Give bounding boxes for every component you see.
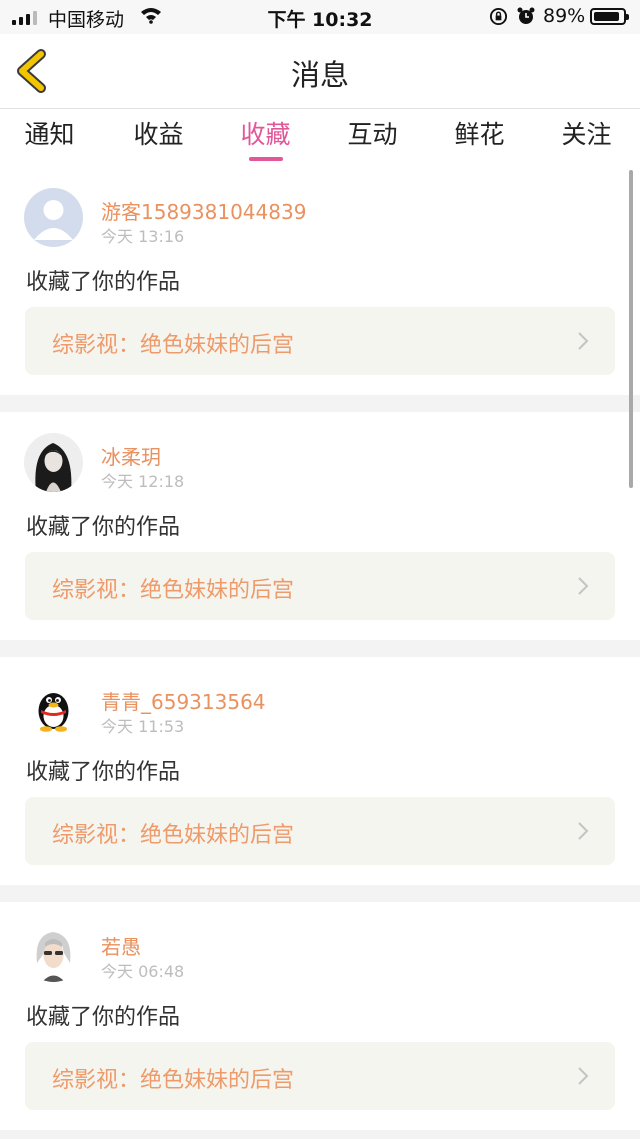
action-text: 收藏了你的作品 [26, 515, 181, 540]
tab-notifications[interactable]: 通知 [0, 115, 103, 151]
timestamp: 今天 06:48 [101, 962, 185, 981]
scrollbar[interactable] [629, 170, 633, 488]
default-avatar-icon [24, 188, 83, 247]
alarm-icon [517, 7, 535, 24]
page-title: 消息 [290, 58, 349, 92]
avatar[interactable] [24, 923, 83, 982]
chevron-right-icon [578, 1067, 589, 1085]
work-title: 综影视：绝色妹妹的后宫 [52, 578, 295, 603]
avatar[interactable] [24, 433, 83, 492]
battery-icon [590, 8, 629, 25]
tab-bar: 通知 收益 收藏 互动 鲜花 关注 [0, 109, 640, 167]
timestamp: 今天 11:53 [101, 717, 185, 736]
anime-avatar-icon [24, 923, 83, 982]
chevron-right-icon [578, 332, 589, 350]
tab-label: 关注 [561, 120, 612, 149]
tab-label: 互动 [347, 120, 398, 149]
girl-avatar-icon [24, 433, 83, 492]
work-title: 综影视：绝色妹妹的后宫 [52, 1068, 295, 1093]
work-link[interactable]: 综影视：绝色妹妹的后宫 [25, 307, 615, 375]
rotation-lock-icon [489, 7, 508, 26]
nav-bar: 消息 [0, 34, 640, 109]
timestamp: 今天 13:16 [101, 227, 185, 246]
work-title: 综影视：绝色妹妹的后宫 [52, 823, 295, 848]
message-card: 冰柔玥 今天 12:18 收藏了你的作品 综影视：绝色妹妹的后宫 [0, 412, 640, 640]
penguin-avatar-icon [24, 678, 83, 737]
username[interactable]: 青青_659313564 [101, 686, 266, 715]
tab-label: 收益 [133, 120, 184, 149]
tab-label: 收藏 [240, 120, 291, 149]
status-bar: 中国移动 下午 10:32 89% [0, 0, 640, 34]
action-text: 收藏了你的作品 [26, 270, 181, 295]
active-tab-indicator [248, 157, 283, 161]
tab-interactions[interactable]: 互动 [319, 115, 426, 151]
work-title: 综影视：绝色妹妹的后宫 [52, 333, 295, 358]
tab-label: 通知 [24, 120, 75, 149]
avatar[interactable] [24, 678, 83, 737]
message-card: 青青_659313564 今天 11:53 收藏了你的作品 综影视：绝色妹妹的后… [0, 657, 640, 885]
username[interactable]: 冰柔玥 [101, 441, 161, 470]
battery-percent: 89% [543, 5, 586, 27]
battery-level-fill [594, 12, 619, 21]
work-link[interactable]: 综影视：绝色妹妹的后宫 [25, 1042, 615, 1110]
chevron-right-icon [578, 822, 589, 840]
tab-following[interactable]: 关注 [533, 115, 640, 151]
timestamp: 今天 12:18 [101, 472, 185, 491]
message-card: 若愚 今天 06:48 收藏了你的作品 综影视：绝色妹妹的后宫 [0, 902, 640, 1130]
tab-favorites[interactable]: 收藏 [212, 115, 319, 161]
action-text: 收藏了你的作品 [26, 760, 181, 785]
work-link[interactable]: 综影视：绝色妹妹的后宫 [25, 797, 615, 865]
username[interactable]: 游客1589381044839 [101, 196, 306, 225]
message-card: 游客1589381044839 今天 13:16 收藏了你的作品 综影视：绝色妹… [0, 167, 640, 395]
chevron-right-icon [578, 577, 589, 595]
username[interactable]: 若愚 [101, 931, 141, 960]
action-text: 收藏了你的作品 [26, 1005, 181, 1030]
avatar[interactable] [24, 188, 83, 247]
tab-earnings[interactable]: 收益 [105, 115, 212, 151]
work-link[interactable]: 综影视：绝色妹妹的后宫 [25, 552, 615, 620]
tab-flowers[interactable]: 鲜花 [426, 115, 533, 151]
tab-label: 鲜花 [454, 120, 505, 149]
